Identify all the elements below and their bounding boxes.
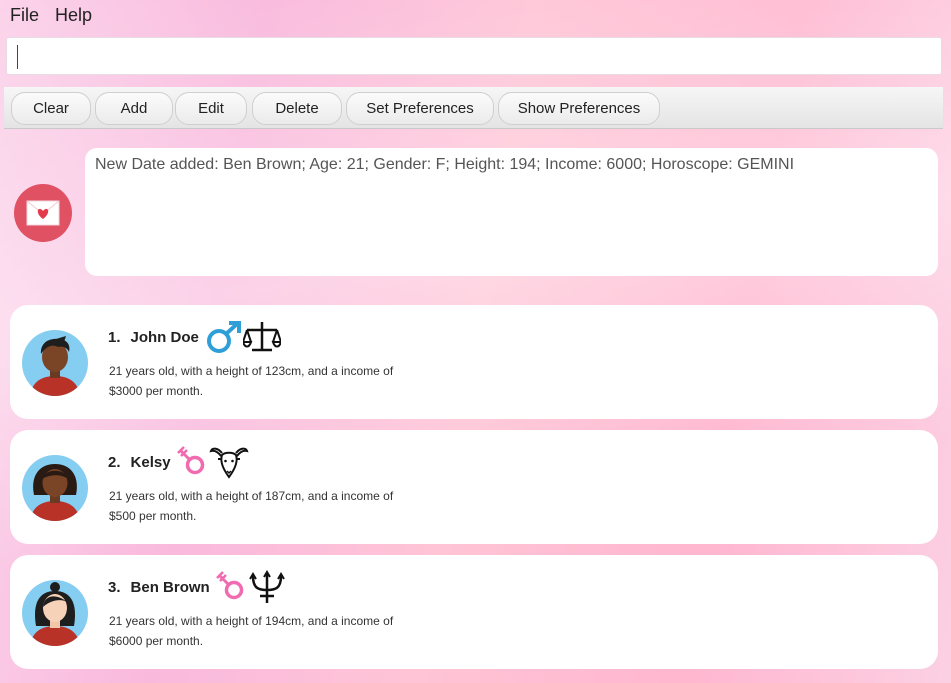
person-description: 21 years old, with a height of 194cm, an… bbox=[109, 611, 429, 651]
love-letter-icon bbox=[14, 184, 72, 242]
toolbar: Clear Add Edit Delete Set Preferences Sh… bbox=[4, 87, 943, 129]
result-display: New Date added: Ben Brown; Age: 21; Gend… bbox=[85, 148, 938, 276]
menu-file[interactable]: File bbox=[10, 5, 39, 26]
avatar bbox=[22, 455, 88, 521]
menu-help[interactable]: Help bbox=[55, 5, 92, 26]
person-name: John Doe bbox=[130, 328, 199, 346]
avatar bbox=[22, 580, 88, 646]
description-line: $6000 per month. bbox=[109, 634, 204, 648]
person-description: 21 years old, with a height of 123cm, an… bbox=[109, 361, 429, 401]
add-button[interactable]: Add bbox=[95, 92, 173, 125]
description-line: 21 years old, with a height of 187cm, an… bbox=[109, 489, 394, 503]
person-description: 21 years old, with a height of 187cm, an… bbox=[109, 486, 429, 526]
avatar bbox=[22, 330, 88, 396]
clear-button[interactable]: Clear bbox=[11, 92, 91, 125]
description-line: $3000 per month. bbox=[109, 384, 204, 398]
capricorn-goat-icon bbox=[209, 447, 249, 479]
female-icon bbox=[215, 571, 243, 600]
male-icon bbox=[206, 321, 241, 353]
description-line: $500 per month. bbox=[109, 509, 197, 523]
person-index: 3. bbox=[108, 578, 121, 596]
menu-bar: File Help bbox=[0, 0, 951, 30]
person-list: 1. John Doe 21 years old, with a height … bbox=[0, 292, 951, 683]
female-icon bbox=[176, 446, 204, 475]
delete-button[interactable]: Delete bbox=[252, 92, 342, 125]
description-line: 21 years old, with a height of 194cm, an… bbox=[109, 614, 394, 628]
person-card[interactable]: 3. Ben Brown 21 years old, with a height… bbox=[10, 555, 938, 669]
show-preferences-button[interactable]: Show Preferences bbox=[498, 92, 660, 125]
person-index: 1. bbox=[108, 328, 121, 346]
person-card[interactable]: 1. John Doe 21 years old, with a height … bbox=[10, 305, 938, 419]
name-row: 2. Kelsy bbox=[108, 445, 249, 479]
text-caret bbox=[17, 45, 18, 69]
person-name: Ben Brown bbox=[130, 578, 210, 596]
set-preferences-button[interactable]: Set Preferences bbox=[346, 92, 494, 125]
description-line: 21 years old, with a height of 123cm, an… bbox=[109, 364, 394, 378]
edit-button[interactable]: Edit bbox=[175, 92, 247, 125]
person-index: 2. bbox=[108, 453, 121, 471]
trident-icon bbox=[248, 570, 285, 603]
libra-icon bbox=[242, 322, 281, 352]
result-message: New Date added: Ben Brown; Age: 21; Gend… bbox=[95, 156, 795, 173]
person-card[interactable]: 2. Kelsy 21 years old, with a height of … bbox=[10, 430, 938, 544]
person-name: Kelsy bbox=[130, 453, 171, 471]
name-row: 3. Ben Brown bbox=[108, 570, 286, 604]
command-input[interactable] bbox=[6, 37, 942, 75]
name-row: 1. John Doe bbox=[108, 320, 281, 354]
